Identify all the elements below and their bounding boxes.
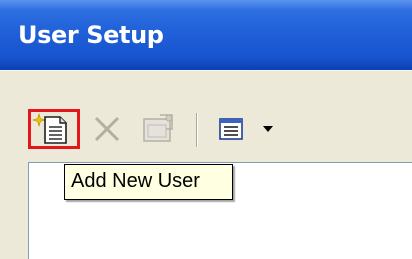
new-user-document-icon (31, 112, 77, 146)
view-options-button[interactable] (210, 109, 280, 149)
window-title: User Setup (18, 21, 164, 49)
list-view-icon (216, 109, 246, 149)
properties-icon (138, 109, 182, 149)
add-new-user-button[interactable] (28, 109, 80, 149)
toolbar (0, 70, 412, 163)
title-bar[interactable]: User Setup (0, 0, 412, 70)
dropdown-arrow-icon[interactable] (260, 109, 276, 149)
delete-x-icon (88, 109, 126, 149)
toolbar-separator (196, 113, 198, 147)
user-setup-window: User Setup Add New User (0, 0, 412, 259)
add-new-user-tooltip: Add New User (64, 164, 233, 200)
user-properties-button[interactable] (138, 109, 182, 149)
delete-user-button[interactable] (88, 109, 126, 149)
